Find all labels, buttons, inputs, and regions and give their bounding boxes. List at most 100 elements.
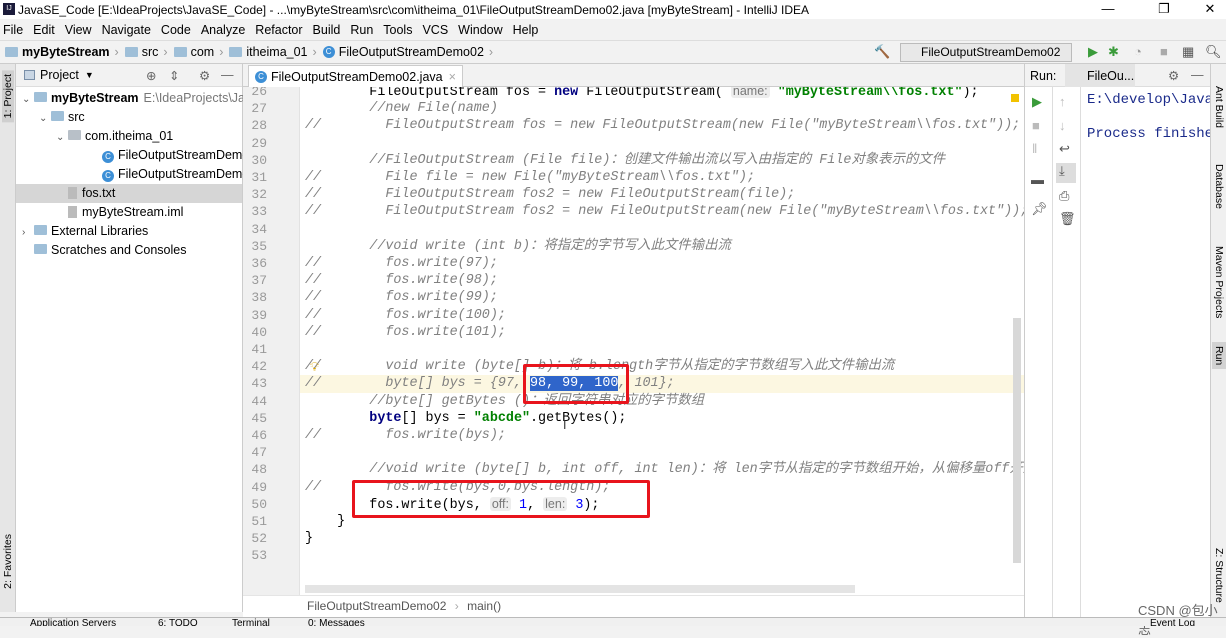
- tree-item[interactable]: myByteStream.iml: [16, 203, 242, 222]
- hide-icon[interactable]: —: [221, 68, 234, 82]
- line-number[interactable]: 48: [245, 462, 267, 477]
- event-log-button[interactable]: Event Log: [1150, 618, 1195, 626]
- editor-vertical-scrollbar[interactable]: [1013, 318, 1021, 563]
- code-line[interactable]: // fos.write(100);: [305, 307, 506, 324]
- line-number[interactable]: 43: [245, 376, 267, 391]
- application-servers-button[interactable]: Application Servers: [30, 618, 116, 626]
- menu-edit[interactable]: Edit: [33, 23, 55, 37]
- code-line[interactable]: //new File(name): [305, 100, 498, 117]
- run-configuration-select[interactable]: FileOutputStreamDemo02 ⌄: [900, 43, 1072, 76]
- database-tool-button[interactable]: Database: [1213, 164, 1225, 209]
- menu-refactor[interactable]: Refactor: [255, 23, 302, 37]
- coverage-icon[interactable]: ◔: [1134, 44, 1142, 59]
- structure-tool-button[interactable]: Z: Structure: [1213, 548, 1225, 603]
- collapse-all-icon[interactable]: ⇕: [169, 68, 179, 83]
- menu-code[interactable]: Code: [161, 23, 191, 37]
- terminal-button[interactable]: Terminal: [232, 618, 270, 626]
- locate-icon[interactable]: ⊕: [146, 68, 156, 83]
- menu-analyze[interactable]: Analyze: [201, 23, 245, 37]
- project-view-select[interactable]: Project: [40, 68, 79, 82]
- code-line[interactable]: //FileOutputStream (File file)：创建文件输出流以写…: [305, 152, 945, 169]
- project-structure-icon[interactable]: ▦: [1182, 44, 1194, 60]
- trash-icon[interactable]: 🗑︎: [1059, 211, 1076, 227]
- breadcrumb-method[interactable]: main(): [467, 599, 501, 613]
- line-number[interactable]: 45: [245, 411, 267, 426]
- code-line[interactable]: //void write (int b)：将指定的字节写入此文件输出流: [305, 238, 731, 255]
- run-tab[interactable]: FileOu...: [1065, 64, 1135, 87]
- breadcrumb-item[interactable]: C FileOutputStreamDemo02 ›: [322, 45, 493, 59]
- arrow-down-icon[interactable]: ↓: [1059, 118, 1066, 133]
- menu-file[interactable]: File: [3, 23, 23, 37]
- scroll-to-end-icon[interactable]: ⤓: [1056, 163, 1076, 183]
- line-number[interactable]: 32: [245, 187, 267, 202]
- line-number[interactable]: 52: [245, 531, 267, 546]
- run-tool-button[interactable]: Run: [1212, 342, 1226, 370]
- dropdown-arrow-icon[interactable]: ▼: [85, 70, 94, 80]
- print-icon[interactable]: ⎙: [1059, 188, 1069, 204]
- tree-item[interactable]: fos.txt: [16, 184, 242, 203]
- line-number[interactable]: 41: [245, 342, 267, 357]
- code-line[interactable]: // fos.write(bys);: [305, 427, 506, 444]
- breadcrumb-item[interactable]: src ›: [124, 45, 168, 59]
- menu-navigate[interactable]: Navigate: [102, 23, 151, 37]
- pin-icon[interactable]: 📌︎: [1031, 201, 1048, 217]
- line-number[interactable]: 26: [245, 87, 267, 99]
- breadcrumb-class[interactable]: FileOutputStreamDemo02: [307, 599, 446, 613]
- todo-button[interactable]: 6: TODO: [158, 618, 198, 626]
- tree-item[interactable]: ⌄ src: [16, 108, 242, 127]
- tree-item[interactable]: ⌄ myByteStream E:\IdeaProjects\Java: [16, 89, 258, 109]
- code-line[interactable]: // FileOutputStream fos = new FileOutput…: [305, 117, 1020, 134]
- line-number[interactable]: 46: [245, 428, 267, 443]
- stop-icon[interactable]: ■: [1032, 118, 1040, 133]
- favorites-tool-button[interactable]: 2: Favorites: [2, 534, 14, 589]
- breadcrumb-item[interactable]: itheima_01 ›: [229, 45, 317, 59]
- code-line[interactable]: }: [305, 530, 313, 547]
- line-number[interactable]: 31: [245, 170, 267, 185]
- menu-build[interactable]: Build: [313, 23, 341, 37]
- line-number[interactable]: 33: [245, 204, 267, 219]
- code-line[interactable]: // fos.write(101);: [305, 324, 506, 341]
- code-editor[interactable]: 26 27 28 29 30 31 32 33 34 35 36 37 38 39 40 41 42 43 44 45…: [243, 87, 1024, 595]
- menu-help[interactable]: Help: [513, 23, 539, 37]
- code-line[interactable]: // fos.write(99);: [305, 289, 498, 306]
- line-number[interactable]: 34: [245, 222, 267, 237]
- code-line[interactable]: byte[] bys = "abcde".getBytes();: [305, 410, 626, 427]
- search-icon[interactable]: 🔍︎: [1205, 44, 1222, 60]
- arrow-up-icon[interactable]: ↑: [1059, 94, 1066, 109]
- warning-marker-icon[interactable]: [1011, 94, 1019, 102]
- expand-arrow-icon[interactable]: ⌄: [56, 128, 68, 147]
- line-number[interactable]: 29: [245, 136, 267, 151]
- close-button[interactable]: ✕: [1190, 0, 1226, 19]
- messages-button[interactable]: 0: Messages: [308, 618, 365, 626]
- line-number[interactable]: 30: [245, 153, 267, 168]
- line-number[interactable]: 50: [245, 497, 267, 512]
- code-line[interactable]: // FileOutputStream fos2 = new FileOutpu…: [305, 203, 1024, 220]
- code-line[interactable]: // fos.write(97);: [305, 255, 498, 272]
- menu-vcs[interactable]: VCS: [422, 23, 448, 37]
- maven-projects-tool-button[interactable]: Maven Projects: [1213, 246, 1225, 318]
- ant-build-tool-button[interactable]: Ant Build: [1213, 86, 1225, 128]
- line-number[interactable]: 42: [245, 359, 267, 374]
- expand-arrow-icon[interactable]: ⌄: [39, 109, 51, 128]
- editor-horizontal-scrollbar[interactable]: [305, 585, 855, 593]
- line-number[interactable]: 51: [245, 514, 267, 529]
- line-number[interactable]: 44: [245, 394, 267, 409]
- line-number[interactable]: 38: [245, 290, 267, 305]
- code-line[interactable]: // File file = new File("myByteStream\\f…: [305, 169, 755, 186]
- expand-arrow-icon[interactable]: ›: [22, 223, 34, 242]
- pause-icon[interactable]: ‖: [1032, 141, 1037, 156]
- soft-wrap-icon[interactable]: ↩: [1059, 141, 1070, 157]
- console-output[interactable]: E:\develop\Java Process finishe: [1087, 92, 1213, 143]
- line-number[interactable]: 28: [245, 118, 267, 133]
- stop-icon[interactable]: ■: [1160, 44, 1168, 59]
- line-number[interactable]: 35: [245, 239, 267, 254]
- gear-icon[interactable]: ⚙: [199, 68, 210, 83]
- code-line[interactable]: // FileOutputStream fos2 = new FileOutpu…: [305, 186, 795, 203]
- minimize-button[interactable]: —: [1088, 0, 1128, 19]
- menu-run[interactable]: Run: [350, 23, 373, 37]
- expand-arrow-icon[interactable]: ⌄: [22, 90, 34, 109]
- breadcrumb-item[interactable]: com ›: [173, 45, 223, 59]
- hide-icon[interactable]: —: [1191, 68, 1204, 82]
- code-line[interactable]: }: [305, 513, 345, 530]
- debug-icon[interactable]: ✱: [1108, 44, 1119, 60]
